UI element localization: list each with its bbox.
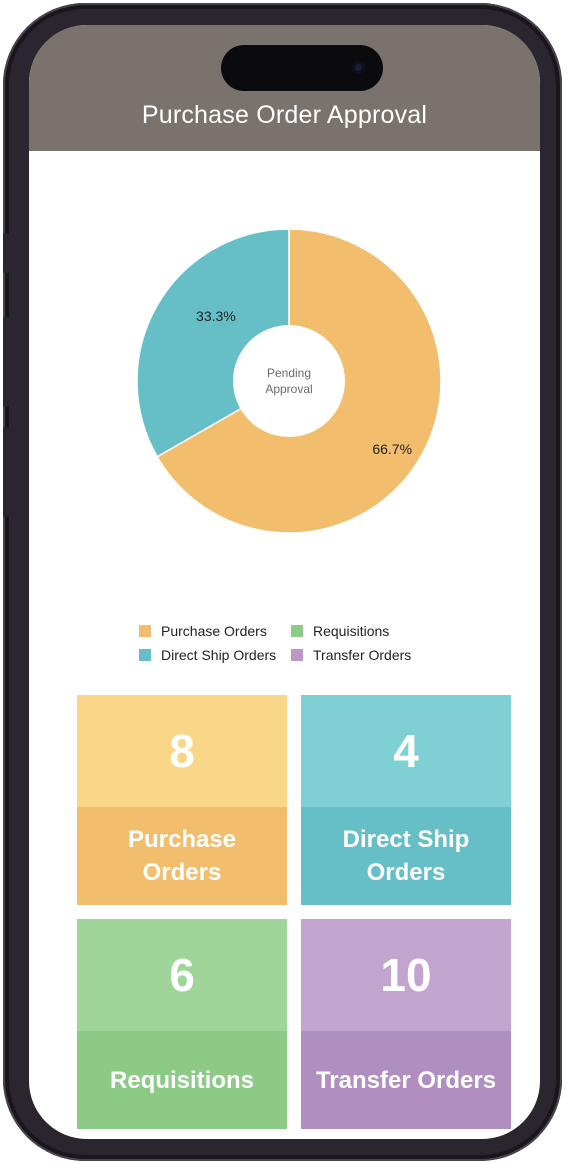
volume-down-button (3, 427, 9, 517)
camera-icon (352, 61, 365, 74)
donut-center-label: Approval (265, 382, 312, 396)
legend-swatch (139, 649, 151, 661)
transfer-orders-tile[interactable]: 10 Transfer Orders (301, 919, 511, 1129)
donut-center-hole (233, 325, 345, 437)
screen: Purchase Order Approval 66.7% 33.3% Pendin… (29, 25, 540, 1139)
donut-center-label: Pending (267, 366, 311, 380)
tile-count: 10 (301, 919, 511, 1031)
legend-label: Direct Ship Orders (161, 647, 277, 663)
tile-count: 8 (77, 695, 287, 807)
legend-item-direct-ship-orders[interactable]: Direct Ship Orders (139, 647, 291, 663)
slice-percent-label: 33.3% (196, 308, 236, 324)
direct-ship-orders-tile[interactable]: 4 Direct Ship Orders (301, 695, 511, 905)
tile-count: 6 (77, 919, 287, 1031)
page-title: Purchase Order Approval (141, 101, 428, 129)
app-header: Purchase Order Approval (29, 25, 540, 151)
legend-label: Requisitions (313, 623, 390, 639)
donut-chart-svg: 66.7% 33.3% Pending Approval (136, 228, 442, 534)
pending-approval-donut-chart: 66.7% 33.3% Pending Approval (129, 221, 449, 541)
requisitions-tile[interactable]: 6 Requisitions (77, 919, 287, 1129)
tile-label: Purchase Orders (77, 807, 287, 905)
slice-percent-label: 66.7% (372, 441, 412, 457)
legend-swatch (291, 649, 303, 661)
action-button (3, 233, 9, 273)
tile-count: 4 (301, 695, 511, 807)
legend-item-purchase-orders[interactable]: Purchase Orders (139, 623, 291, 639)
tile-label: Direct Ship Orders (301, 807, 511, 905)
tile-label: Transfer Orders (301, 1031, 511, 1129)
purchase-orders-tile[interactable]: 8 Purchase Orders (77, 695, 287, 905)
legend-swatch (291, 625, 303, 637)
chart-legend: Purchase Orders Requisitions Direct Ship… (139, 623, 449, 663)
dynamic-island (221, 45, 383, 91)
phone-frame: Purchase Order Approval 66.7% 33.3% Pendin… (3, 3, 562, 1161)
legend-item-transfer-orders[interactable]: Transfer Orders (291, 647, 441, 663)
legend-label: Purchase Orders (161, 623, 267, 639)
legend-swatch (139, 625, 151, 637)
tile-label: Requisitions (77, 1031, 287, 1129)
volume-up-button (3, 317, 9, 407)
legend-item-requisitions[interactable]: Requisitions (291, 623, 441, 639)
legend-label: Transfer Orders (313, 647, 412, 663)
